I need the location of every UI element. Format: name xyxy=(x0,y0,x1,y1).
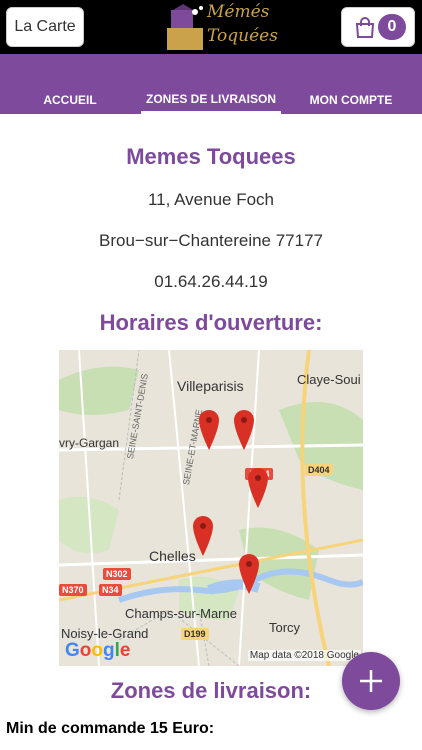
map-pin-icon[interactable] xyxy=(199,410,219,450)
cart-count-badge: 0 xyxy=(378,14,406,40)
add-button[interactable] xyxy=(342,652,400,710)
minimum-order-text: Min de commande 15 Euro: xyxy=(6,720,215,737)
plus-icon xyxy=(360,670,382,692)
restaurant-phone[interactable]: 01.64.26.44.19 xyxy=(0,272,422,292)
hours-title: Horaires d'ouverture: xyxy=(99,310,323,335)
restaurant-street: 11, Avenue Foch xyxy=(147,190,275,209)
top-bar: La Carte Mémés Toquées 0 xyxy=(0,0,422,54)
cart-button[interactable]: 0 xyxy=(341,7,415,47)
logo: Mémés Toquées xyxy=(163,2,278,52)
tab-zones-de-livraison[interactable]: ZONES DE LIVRAISON xyxy=(141,86,281,114)
map-pin-icon[interactable] xyxy=(193,516,213,556)
tab-mon-compte[interactable]: MON COMPTE xyxy=(306,86,396,114)
logo-line1: Mémés xyxy=(207,2,270,22)
google-logo: Google xyxy=(65,640,131,661)
map-pin-icon[interactable] xyxy=(248,468,268,508)
chef-hat-icon xyxy=(167,4,203,50)
delivery-map[interactable]: Villeparisis Claye-Soui vry-Gargan SEINE… xyxy=(59,350,363,666)
map-markers xyxy=(193,410,268,594)
restaurant-name: Memes Toquees xyxy=(126,144,296,169)
map-attribution[interactable]: Map data ©2018 Google xyxy=(247,650,361,661)
map-pin-icon[interactable] xyxy=(239,554,259,594)
map-pin-icon[interactable] xyxy=(234,410,254,450)
tab-accueil[interactable]: ACCUEIL xyxy=(30,86,110,114)
restaurant-city: Brou−sur−Chantereine 77177 xyxy=(99,231,323,250)
shopping-bag-icon xyxy=(355,17,375,38)
la-carte-button[interactable]: La Carte xyxy=(6,7,84,47)
nav-bar: ACCUEIL ZONES DE LIVRAISON MON COMPTE xyxy=(0,54,422,114)
logo-line2: Toquées xyxy=(207,26,278,46)
